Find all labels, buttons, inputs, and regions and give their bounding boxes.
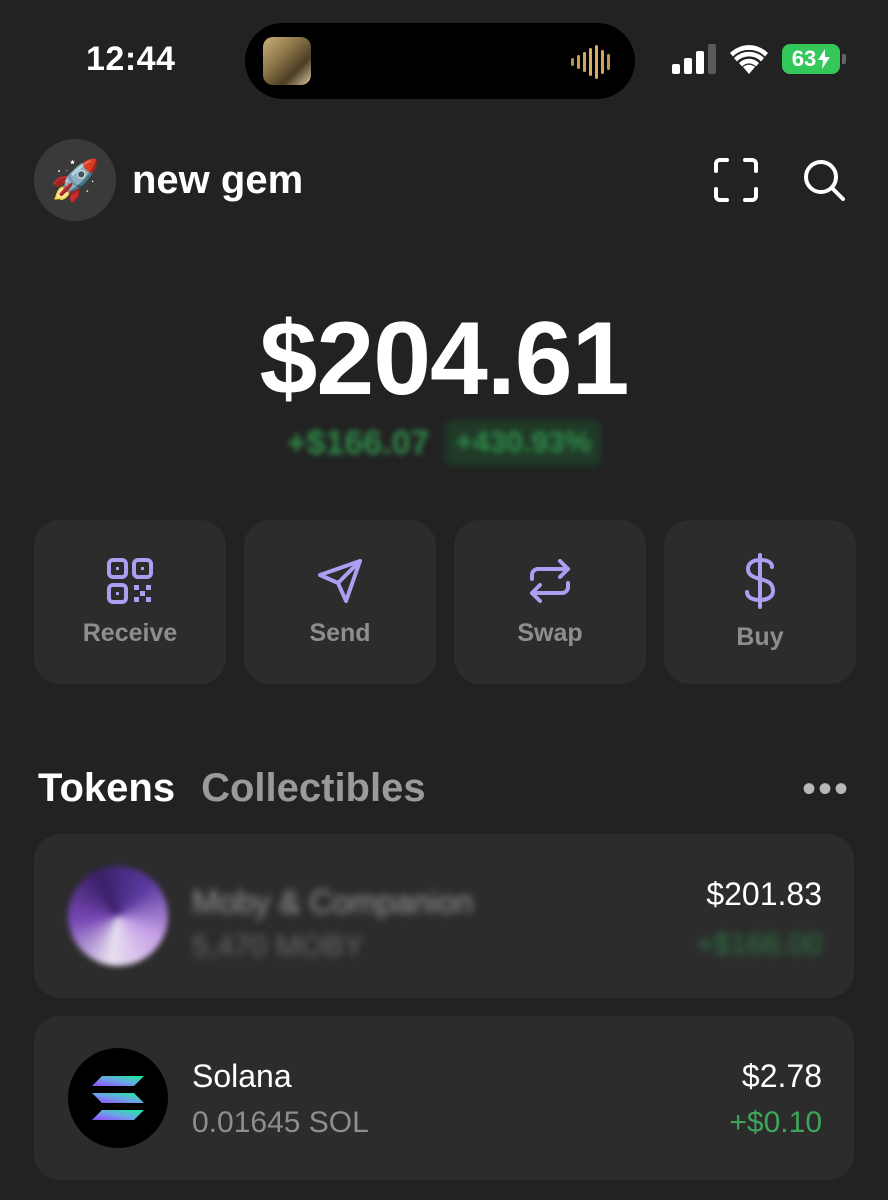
- send-icon: [318, 558, 362, 603]
- token-avatar-icon: [68, 866, 168, 966]
- account-avatar[interactable]: 🚀: [34, 139, 116, 221]
- header: 🚀 new gem: [34, 138, 848, 222]
- scan-icon: [714, 158, 758, 202]
- now-playing-artwork: [263, 37, 311, 85]
- receive-label: Receive: [82, 618, 178, 647]
- token-name: Solana: [192, 1058, 292, 1094]
- token-value: $201.83: [706, 876, 822, 912]
- tab-collectibles[interactable]: Collectibles: [201, 766, 426, 811]
- token-row[interactable]: Moby & Companion 5,470 MOBY $201.83 +$16…: [34, 834, 854, 998]
- buy-label: Buy: [736, 622, 784, 651]
- token-row[interactable]: Solana 0.01645 SOL $2.78 +$0.10: [34, 1016, 854, 1180]
- battery-cap: [842, 54, 846, 64]
- qr-code-icon: [107, 557, 153, 604]
- quick-actions: Receive Send Swap Buy: [34, 520, 856, 684]
- account-name[interactable]: new gem: [132, 158, 303, 203]
- send-label: Send: [309, 618, 371, 647]
- audio-waveform-icon: [571, 45, 610, 79]
- scan-button[interactable]: [712, 156, 760, 204]
- search-button[interactable]: [800, 156, 848, 204]
- battery-level: 63: [791, 46, 817, 71]
- token-value: $2.78: [741, 1058, 822, 1094]
- solana-logo-icon: [92, 1076, 144, 1120]
- dynamic-island[interactable]: [245, 23, 635, 99]
- token-avatar: [68, 1048, 168, 1148]
- token-change: +$166.00: [696, 928, 822, 961]
- swap-label: Swap: [517, 618, 583, 647]
- token-name: Moby & Companion: [192, 884, 474, 920]
- header-actions: [712, 156, 848, 204]
- search-icon: [804, 160, 845, 201]
- buy-button[interactable]: Buy: [664, 520, 856, 684]
- status-indicators: 63: [672, 44, 846, 74]
- battery-indicator: 63: [782, 44, 846, 74]
- send-button[interactable]: Send: [244, 520, 436, 684]
- tab-tokens[interactable]: Tokens: [38, 766, 175, 811]
- receive-button[interactable]: Receive: [34, 520, 226, 684]
- total-balance: $204.61: [259, 301, 630, 417]
- token-amount: 5,470 MOBY: [192, 930, 364, 963]
- rocket-icon: 🚀: [50, 158, 100, 203]
- token-change: +$0.10: [729, 1106, 822, 1139]
- balance-change-value: +$166.07: [286, 423, 430, 462]
- cellular-signal-icon: [672, 44, 716, 74]
- status-time: 12:44: [86, 40, 176, 78]
- balance-change: +$166.07 +430.93%: [0, 420, 888, 466]
- balance-change-percent: +430.93%: [445, 420, 602, 466]
- more-options-icon[interactable]: •••: [802, 769, 850, 809]
- swap-button[interactable]: Swap: [454, 520, 646, 684]
- token-amount: 0.01645 SOL: [192, 1106, 369, 1139]
- dollar-icon: [745, 552, 775, 609]
- wifi-icon: [730, 45, 768, 74]
- charging-bolt-icon: [818, 49, 831, 69]
- asset-tabs: Tokens Collectibles •••: [38, 766, 850, 811]
- swap-icon: [530, 558, 570, 603]
